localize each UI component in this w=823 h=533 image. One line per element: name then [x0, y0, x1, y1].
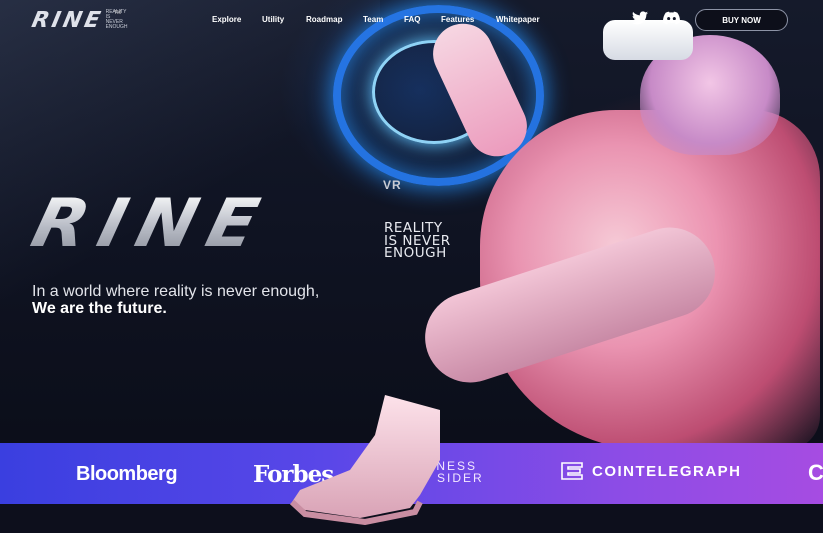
- trademark-mark: TM: [114, 10, 122, 16]
- site-logo[interactable]: RINE REALITY IS NEVER ENOUGH TM: [29, 8, 127, 33]
- tagline-line: ENOUGH: [384, 245, 447, 261]
- hero-subtitle-line1: In a world where reality is never enough…: [32, 283, 320, 300]
- nav-link-utility[interactable]: Utility: [262, 15, 284, 24]
- hero-logo-wordmark: RINE: [24, 184, 279, 262]
- nav-link-faq[interactable]: FAQ: [404, 15, 420, 24]
- hero-tagline: REALITY IS NEVER ENOUGH: [384, 222, 451, 260]
- hero-logo-vr: VR: [383, 178, 402, 192]
- buy-now-button[interactable]: BUY NOW: [695, 9, 788, 31]
- bloomberg-logo: Bloomberg: [76, 463, 178, 485]
- hero-subtitle-line2: We are the future.: [32, 300, 167, 317]
- cointelegraph-label: COINTELEGRAPH: [592, 462, 742, 480]
- discord-icon[interactable]: [663, 11, 681, 30]
- nav-link-explore[interactable]: Explore: [212, 15, 241, 24]
- nav-link-roadmap[interactable]: Roadmap: [306, 15, 342, 24]
- nav-link-whitepaper[interactable]: Whitepaper: [496, 15, 540, 24]
- cointelegraph-icon: [561, 462, 583, 480]
- nav-link-team[interactable]: Team: [363, 15, 383, 24]
- twitter-icon[interactable]: [632, 11, 648, 30]
- person-boot: [290, 395, 440, 525]
- nav-link-features[interactable]: Features: [441, 15, 474, 24]
- site-logo-wordmark: RINE: [29, 8, 106, 33]
- landing-page: RINE REALITY IS NEVER ENOUGH TM Explore …: [0, 0, 823, 533]
- cointelegraph-logo: COINTELEGRAPH: [560, 461, 742, 481]
- partially-visible-logo: C: [808, 460, 823, 485]
